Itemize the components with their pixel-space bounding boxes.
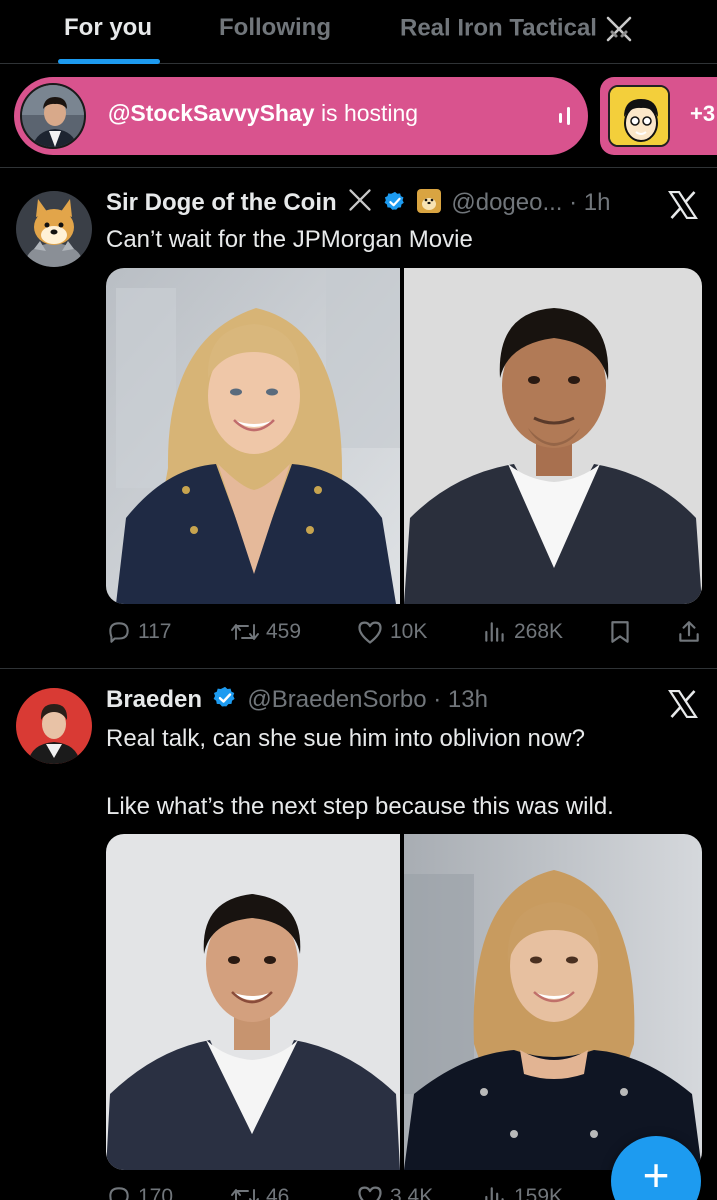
x-logo-icon[interactable] (668, 690, 698, 718)
space-host-text: @StockSavvyShay is hosting (108, 100, 418, 127)
repost-button[interactable]: 459 (230, 619, 301, 645)
views-icon (485, 622, 504, 642)
verified-badge-icon (384, 191, 404, 210)
live-space-pill-2[interactable]: +3 (600, 77, 717, 155)
x-logo-icon[interactable] (668, 191, 698, 219)
tweet-header: Sir Doge of the Coin @dogeo... · 1h (106, 187, 611, 217)
repost-count: 46 (266, 1185, 290, 1200)
crossed-swords-icon (349, 189, 372, 211)
tweet-actions: 117 459 10K 268K (106, 619, 702, 655)
verified-badge-icon (213, 686, 235, 707)
media-photo-1[interactable] (106, 834, 400, 1170)
views-icon (485, 1187, 504, 1200)
tweet-header: Braeden @BraedenSorbo · 13h (106, 686, 488, 714)
views-button[interactable]: 159K (482, 1184, 563, 1200)
reply-button[interactable]: 170 (106, 1184, 173, 1200)
tab-following[interactable]: Following (219, 14, 331, 42)
host-suffix: is hosting (320, 100, 419, 126)
media-photo-1[interactable] (106, 268, 400, 604)
more-spaces-count: +3 (690, 101, 716, 126)
like-icon (358, 1186, 382, 1200)
tweet-text-line: Like what’s the next step because this w… (106, 793, 614, 820)
share-button[interactable] (676, 619, 702, 645)
like-count: 3.4K (390, 1185, 434, 1200)
repost-count: 459 (266, 620, 302, 643)
host-handle: @StockSavvyShay (108, 100, 315, 126)
display-name[interactable]: Braeden (106, 686, 202, 713)
timeline-tabs: For you Following Real Iron Tactical (0, 0, 717, 64)
handle[interactable]: @dogeo... (451, 189, 562, 216)
bookmark-icon (611, 621, 629, 643)
reply-button[interactable]: 117 (106, 619, 171, 645)
reply-count: 117 (138, 620, 172, 643)
tweet-text: Real talk, can she sue him into oblivion… (106, 724, 614, 822)
views-button[interactable]: 268K (482, 619, 563, 645)
doge-emoji-icon (416, 189, 441, 213)
reply-count: 170 (138, 1185, 174, 1200)
active-tab-indicator (58, 59, 160, 64)
media-photo-2[interactable] (404, 834, 702, 1170)
tweet-media[interactable] (106, 834, 702, 1170)
tweet-text-line: Real talk, can she sue him into oblivion… (106, 725, 585, 752)
repost-icon (231, 1189, 259, 1200)
bookmark-button[interactable] (608, 619, 632, 645)
tab-for-you[interactable]: For you (64, 14, 152, 42)
plus-icon: + (642, 1149, 670, 1200)
repost-icon (231, 624, 259, 640)
handle[interactable]: @BraedenSorbo (247, 686, 426, 713)
like-count: 10K (390, 620, 428, 643)
timestamp[interactable]: · 1h (569, 189, 610, 216)
display-name[interactable]: Sir Doge of the Coin (106, 189, 337, 216)
repost-button[interactable]: 46 (230, 1184, 289, 1200)
tweet[interactable]: Sir Doge of the Coin @dogeo... · 1h Can’… (0, 169, 717, 669)
like-icon (358, 621, 382, 644)
tweet[interactable]: Braeden @BraedenSorbo · 13h Real talk, c… (0, 670, 717, 1200)
like-button[interactable]: 3.4K (356, 1184, 433, 1200)
audio-bars-icon (559, 107, 570, 125)
tab-real-iron-tactical[interactable]: Real Iron Tactical (400, 14, 634, 44)
like-button[interactable]: 10K (356, 619, 427, 645)
tab-real-iron-tactical-label: Real Iron Tactical (400, 14, 597, 42)
avatar[interactable] (16, 688, 92, 764)
tweet-text: Can’t wait for the JPMorgan Movie (106, 225, 473, 255)
view-count: 159K (514, 1185, 564, 1200)
tweet-media[interactable] (106, 268, 702, 604)
cartoon-host-avatar (608, 85, 670, 147)
media-photo-2[interactable] (404, 268, 702, 604)
share-icon (679, 621, 699, 642)
reply-icon (109, 622, 129, 643)
tweet-text-line: Can’t wait for the JPMorgan Movie (106, 226, 473, 253)
avatar[interactable] (16, 191, 92, 267)
view-count: 268K (514, 620, 564, 643)
live-space-pill[interactable]: @StockSavvyShay is hosting (14, 77, 588, 155)
reply-icon (109, 1187, 129, 1200)
timestamp[interactable]: · 13h (433, 686, 488, 713)
crossed-swords-icon (606, 16, 631, 42)
spaces-bar: @StockSavvyShay is hosting +3 (0, 65, 717, 168)
host-avatar (20, 83, 86, 149)
